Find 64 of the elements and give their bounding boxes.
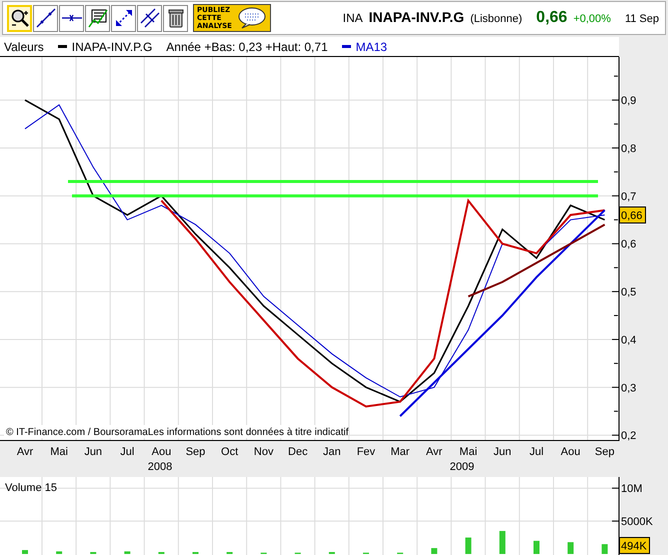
- delete-button[interactable]: [163, 4, 188, 32]
- month-label: Mai: [459, 446, 478, 458]
- month-label: Mai: [50, 446, 68, 458]
- month-label: Jul: [529, 446, 544, 458]
- parallel-lines-icon: [140, 8, 160, 28]
- legend-label: INAPA-INV.P.G: [72, 40, 152, 54]
- month-label: Nov: [254, 446, 274, 458]
- axis-label: 5000K: [621, 516, 653, 528]
- month-label: Avr: [426, 446, 442, 458]
- volume-title: Volume 15: [5, 482, 57, 494]
- volume-bar: [568, 542, 574, 554]
- year-range-text: Année +Bas: 0,23 +Haut: 0,71: [166, 40, 328, 54]
- year-label: 2009: [450, 461, 474, 473]
- year-label: 2008: [148, 461, 172, 473]
- speech-bubble-icon: [237, 7, 267, 29]
- zoom-icon: [10, 8, 30, 28]
- month-label: Fev: [356, 446, 376, 458]
- tool-button[interactable]: [111, 4, 136, 32]
- month-label: Jul: [120, 446, 134, 458]
- axis-label: 0,8: [621, 142, 636, 155]
- price: 0,66: [536, 9, 568, 27]
- axis-label: 0,4: [621, 334, 636, 346]
- month-label: Oct: [221, 446, 238, 458]
- stock-name: INAPA-INV.P.G: [368, 9, 464, 25]
- month-label: Dec: [288, 446, 308, 458]
- trash-icon: [166, 8, 186, 28]
- month-label: Sep: [186, 446, 206, 458]
- month-label: Jan: [323, 446, 341, 458]
- volume-bar: [56, 551, 62, 554]
- chart-icon: [88, 8, 108, 28]
- axis-label: 0,2: [621, 430, 636, 442]
- month-label: Jun: [494, 446, 512, 458]
- tool-button[interactable]: [33, 4, 58, 32]
- legend-label: MA13: [356, 40, 388, 54]
- volume-bar: [602, 544, 608, 554]
- axis-label: 0,3: [621, 382, 636, 394]
- volume-bar: [534, 540, 540, 554]
- arrows-icon: [114, 8, 134, 28]
- ticker-code: INA: [342, 11, 363, 25]
- price-change: +0,00%: [573, 13, 611, 25]
- legend-title: Valeurs: [4, 40, 44, 54]
- market-name: (Lisbonne): [470, 13, 522, 25]
- axis-label: 0,5: [621, 286, 636, 299]
- month-label: Aou: [560, 446, 580, 458]
- copyright-notice: © IT-Finance.com / BoursoramaLes informations sont données à titre indicatif: [6, 427, 349, 438]
- quote-date: 11 Sep: [624, 13, 659, 25]
- month-label: Jun: [84, 446, 102, 458]
- tool-button[interactable]: [137, 4, 162, 32]
- month-label: Sep: [594, 446, 614, 458]
- axis-label: 10M: [621, 483, 642, 496]
- month-label: Aou: [152, 446, 172, 458]
- trendline-icon: [36, 8, 56, 28]
- axis-label: 0,6: [621, 238, 636, 251]
- month-label: Avr: [16, 446, 34, 458]
- month-label: Mar: [390, 446, 410, 458]
- last-volume-badge: 494K: [619, 537, 650, 554]
- volume-bar: [22, 550, 28, 554]
- axis-label: 0,9: [621, 95, 636, 108]
- volume-bar: [124, 551, 130, 554]
- last-price-badge: 0,66: [619, 206, 646, 224]
- axis-label: 0,7: [621, 190, 636, 203]
- tool-button[interactable]: [85, 4, 110, 32]
- volume-bar: [431, 548, 438, 554]
- tool-button[interactable]: [59, 4, 84, 32]
